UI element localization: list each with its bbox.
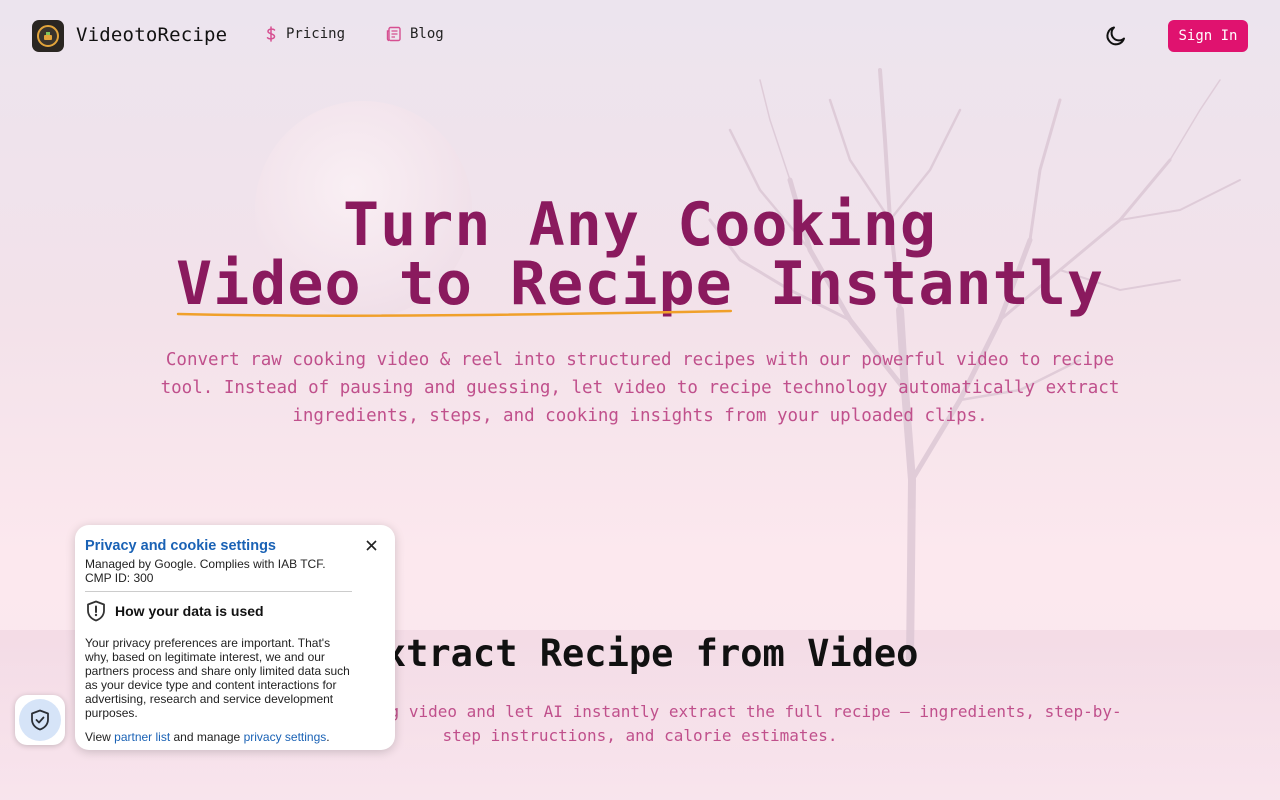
cookie-heading: How your data is used xyxy=(85,600,385,622)
highlight-underline xyxy=(176,309,733,317)
nav-link-label: Pricing xyxy=(286,26,346,42)
partner-list-link[interactable]: partner list xyxy=(114,730,170,744)
moon-icon xyxy=(1106,26,1125,46)
cookie-footer: View partner list and manage privacy set… xyxy=(85,730,385,744)
sign-in-button[interactable]: Sign In xyxy=(1168,20,1248,52)
hero-title-highlight: Video to Recipe xyxy=(175,249,733,319)
cookie-body: Your privacy preferences are important. … xyxy=(85,636,350,720)
shield-alert-icon xyxy=(87,600,105,622)
newspaper-icon xyxy=(386,26,402,42)
footer-text: . xyxy=(326,730,330,744)
hero-title-line2: Video to Recipe Instantly xyxy=(0,249,1280,319)
footer-text: View xyxy=(85,730,115,744)
divider xyxy=(85,591,352,592)
close-button[interactable] xyxy=(363,537,379,553)
dollar-icon xyxy=(264,26,278,42)
top-navbar: VideotoRecipe Pricing Blog Sign In xyxy=(0,0,1280,72)
theme-toggle-button[interactable] xyxy=(1102,22,1130,50)
close-icon xyxy=(365,539,377,551)
nav-link-blog[interactable]: Blog xyxy=(386,26,444,42)
privacy-settings-link[interactable]: privacy settings xyxy=(244,730,327,744)
nav-link-pricing[interactable]: Pricing xyxy=(264,26,345,42)
footer-text: and manage xyxy=(170,730,244,744)
cookie-title: Privacy and cookie settings xyxy=(85,538,276,554)
shield-check-icon xyxy=(19,699,61,741)
app-logo[interactable] xyxy=(32,20,64,52)
privacy-settings-button[interactable] xyxy=(15,695,65,745)
cookie-consent-dialog: Privacy and cookie settings Managed by G… xyxy=(75,525,395,750)
cookie-heading-text: How your data is used xyxy=(115,603,264,619)
cookie-meta: Managed by Google. Complies with IAB TCF… xyxy=(85,557,326,585)
hero-subtitle: Convert raw cooking video & reel into st… xyxy=(160,350,1120,426)
hero-title-rest: Instantly xyxy=(732,249,1105,319)
nav-link-label: Blog xyxy=(410,26,444,42)
cooking-pot-icon xyxy=(37,25,59,47)
brand-name[interactable]: VideotoRecipe xyxy=(76,24,227,46)
hero-title-line1: Turn Any Cooking xyxy=(343,190,937,260)
